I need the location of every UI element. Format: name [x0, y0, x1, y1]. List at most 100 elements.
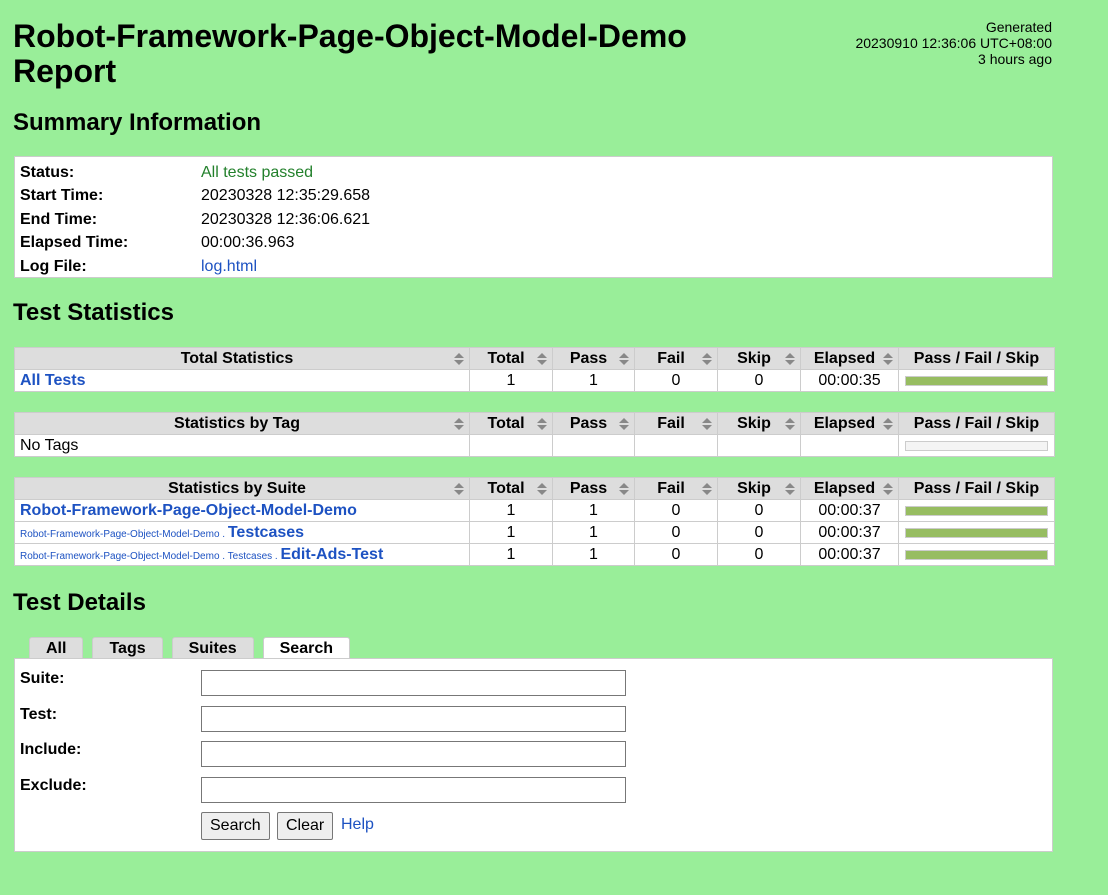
total-statistics-table: Total Statistics Total Pass Fail Skip El… — [14, 347, 1055, 392]
table-row: Robot-Framework-Page-Object-Model-Demo 1… — [14, 499, 1055, 522]
stat-link-edit-ads-test[interactable]: Edit-Ads-Test — [280, 546, 383, 563]
log-file-label: Log File: — [20, 257, 87, 275]
suite-parent-path: Robot-Framework-Page-Object-Model-Demo .… — [20, 550, 281, 562]
total-cell: 1 — [469, 499, 553, 522]
start-time-value: 20230328 12:35:29.658 — [201, 187, 371, 205]
include-input[interactable] — [201, 741, 626, 767]
suite-label: Suite: — [20, 670, 65, 687]
elapsed-column-header[interactable]: Elapsed — [800, 347, 899, 370]
summary-row-elapsed: Elapsed Time: 00:00:36.963 — [20, 232, 1047, 256]
graph-column-header: Pass / Fail / Skip — [898, 412, 1055, 435]
elapsed-column-header[interactable]: Elapsed — [800, 477, 899, 500]
sort-icon[interactable] — [702, 352, 712, 367]
suite-statistics-header[interactable]: Statistics by Suite — [14, 477, 470, 500]
summary-row-start-time: Start Time: 20230328 12:35:29.658 — [20, 185, 1047, 209]
fail-cell: 0 — [634, 499, 718, 522]
sort-icon[interactable] — [883, 417, 893, 432]
sort-icon[interactable] — [454, 352, 464, 367]
help-link[interactable]: Help — [341, 816, 374, 834]
fail-column-header[interactable]: Fail — [634, 477, 718, 500]
suite-statistics-table: Statistics by Suite Total Pass Fail Skip… — [14, 477, 1055, 566]
pass-column-header[interactable]: Pass — [552, 477, 635, 500]
total-column-header[interactable]: Total — [469, 477, 553, 500]
generated-ago: 3 hours ago — [978, 51, 1052, 67]
sort-icon[interactable] — [702, 417, 712, 432]
tag-statistics-table: Statistics by Tag Total Pass Fail Skip E… — [14, 412, 1055, 457]
no-tags-cell: No Tags — [14, 434, 470, 457]
total-cell: 1 — [469, 521, 553, 544]
skip-cell: 0 — [717, 369, 801, 392]
suite-parent-path: Robot-Framework-Page-Object-Model-Demo . — [20, 528, 228, 540]
summary-heading: Summary Information — [13, 109, 262, 136]
fail-cell: 0 — [634, 521, 718, 544]
skip-cell: 0 — [717, 521, 801, 544]
pass-bar — [905, 527, 1048, 538]
skip-cell: 0 — [717, 499, 801, 522]
status-value: All tests passed — [201, 163, 314, 181]
skip-column-header[interactable]: Skip — [717, 477, 801, 500]
search-panel: Suite: Test: Include: Exclude: Search Cl… — [14, 658, 1053, 852]
elapsed-label: Elapsed Time: — [20, 234, 129, 252]
sort-icon[interactable] — [537, 482, 547, 497]
test-details-heading: Test Details — [13, 589, 146, 616]
sort-icon[interactable] — [702, 482, 712, 497]
sort-icon[interactable] — [883, 352, 893, 367]
summary-panel: Status: All tests passed Start Time: 202… — [14, 156, 1053, 278]
elapsed-column-header[interactable]: Elapsed — [800, 412, 899, 435]
fail-column-header[interactable]: Fail — [634, 412, 718, 435]
exclude-label: Exclude: — [20, 777, 87, 794]
generated-info: Generated 20230910 12:36:06 UTC+08:00 3 … — [855, 19, 1052, 67]
sort-icon[interactable] — [454, 417, 464, 432]
sort-icon[interactable] — [883, 482, 893, 497]
search-button[interactable]: Search — [201, 812, 270, 840]
pass-column-header[interactable]: Pass — [552, 347, 635, 370]
tag-statistics-header[interactable]: Statistics by Tag — [14, 412, 470, 435]
sort-icon[interactable] — [537, 417, 547, 432]
tab-suites[interactable]: Suites — [171, 637, 254, 658]
fail-column-header[interactable]: Fail — [634, 347, 718, 370]
suite-input[interactable] — [201, 670, 626, 696]
generated-time: 20230910 12:36:06 UTC+08:00 — [855, 35, 1052, 51]
stat-link-all-tests[interactable]: All Tests — [20, 372, 86, 389]
pass-bar — [905, 375, 1048, 386]
total-column-header[interactable]: Total — [469, 412, 553, 435]
stat-link-suite[interactable]: Robot-Framework-Page-Object-Model-Demo — [20, 502, 357, 519]
status-label: Status: — [20, 163, 75, 181]
skip-column-header[interactable]: Skip — [717, 347, 801, 370]
test-label: Test: — [20, 706, 58, 723]
fail-cell: 0 — [634, 543, 718, 566]
pass-column-header[interactable]: Pass — [552, 412, 635, 435]
total-cell: 1 — [469, 543, 553, 566]
sort-icon[interactable] — [619, 352, 629, 367]
sort-icon[interactable] — [785, 352, 795, 367]
pass-cell: 1 — [552, 521, 635, 544]
empty-bar — [905, 440, 1048, 451]
log-file-link[interactable]: log.html — [201, 258, 257, 276]
skip-column-header[interactable]: Skip — [717, 412, 801, 435]
tab-tags[interactable]: Tags — [92, 637, 163, 658]
sort-icon[interactable] — [785, 417, 795, 432]
sort-icon[interactable] — [537, 352, 547, 367]
elapsed-cell: 00:00:37 — [800, 499, 899, 522]
total-statistics-header[interactable]: Total Statistics — [14, 347, 470, 370]
clear-button[interactable]: Clear — [277, 812, 334, 840]
sort-icon[interactable] — [785, 482, 795, 497]
include-label: Include: — [20, 741, 82, 758]
stat-link-testcases[interactable]: Testcases — [228, 524, 304, 541]
tab-search[interactable]: Search — [262, 637, 350, 659]
elapsed-cell: 00:00:35 — [800, 369, 899, 392]
elapsed-value: 00:00:36.963 — [201, 234, 295, 252]
test-statistics-heading: Test Statistics — [13, 299, 174, 326]
graph-column-header: Pass / Fail / Skip — [898, 477, 1055, 500]
pass-cell: 1 — [552, 543, 635, 566]
test-input[interactable] — [201, 706, 626, 732]
pass-bar — [905, 505, 1048, 516]
tab-all[interactable]: All — [29, 637, 84, 658]
exclude-input[interactable] — [201, 777, 626, 803]
total-column-header[interactable]: Total — [469, 347, 553, 370]
table-row: All Tests 1 1 0 0 00:00:35 — [14, 369, 1055, 392]
sort-icon[interactable] — [619, 482, 629, 497]
elapsed-cell: 00:00:37 — [800, 543, 899, 566]
sort-icon[interactable] — [619, 417, 629, 432]
sort-icon[interactable] — [454, 482, 464, 497]
